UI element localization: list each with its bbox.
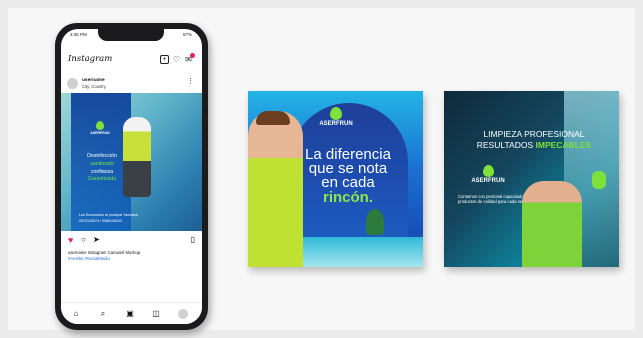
- new-post-icon[interactable]: +: [160, 55, 169, 64]
- water-drop-icon: [330, 107, 342, 120]
- card2-brand-name: ASERFRUN: [471, 178, 505, 184]
- hair-shape: [256, 111, 290, 125]
- post-address: Los Encuentros al principal Yantzaza: [79, 213, 138, 217]
- phone-screen: 3:35 PM 87% Instagram + ♡ ✉ username Cit…: [61, 29, 202, 324]
- like-icon[interactable]: ♥: [68, 235, 73, 245]
- card2-headline-highlight: IMPECABLES: [535, 140, 592, 150]
- phone-mockup: 3:35 PM 87% Instagram + ♡ ✉ username Cit…: [55, 23, 208, 330]
- post-tagline-3: confianza: [90, 169, 114, 175]
- post-tagline-4: Garantizada: [87, 176, 117, 182]
- post-tagline-1: Desinfección: [87, 153, 117, 159]
- card2-brand-logo: ASERFRUN: [466, 165, 510, 184]
- share-icon[interactable]: ➤: [93, 235, 100, 245]
- post-location[interactable]: City, Country: [82, 84, 106, 89]
- notification-badge: [190, 53, 195, 58]
- avatar[interactable]: [67, 78, 78, 89]
- instagram-header: Instagram + ♡ ✉: [68, 53, 195, 67]
- post-actions: ♥ ○ ➤ ▯: [68, 235, 195, 247]
- card1-headline-line3: en cada: [321, 174, 375, 191]
- cleaner-woman-figure: [522, 181, 582, 267]
- instagram-logo[interactable]: Instagram: [68, 54, 112, 64]
- card1-brand-logo: ASERFRUN: [314, 107, 358, 127]
- carousel-card-1: ASERFRUN La diferencia que se nota en ca…: [248, 91, 423, 267]
- glove-shape: [592, 171, 606, 189]
- card2-headline-line2: RESULTADOS IMPECABLES: [454, 140, 614, 150]
- home-icon[interactable]: ⌂: [70, 308, 82, 320]
- status-battery: 87%: [182, 32, 192, 37]
- card1-brand-name: ASERFRUN: [319, 121, 353, 127]
- card2-headline-line1: LIMPIEZA PROFESIONAL: [483, 129, 585, 139]
- post-image[interactable]: ASERFRUN Desinfección sanitizado confian…: [61, 93, 202, 231]
- card2-headline-prefix: RESULTADOS: [476, 140, 534, 150]
- status-time: 3:35 PM: [70, 32, 87, 37]
- carousel-card-2: LIMPIEZA PROFESIONAL RESULTADOS IMPECABL…: [444, 91, 619, 267]
- bottom-tab-bar: ⌂ ⌕ ▣ ◫: [61, 302, 202, 324]
- water-drop-icon: [96, 121, 104, 130]
- heart-icon[interactable]: ♡: [172, 55, 181, 64]
- phone-notch: [98, 29, 164, 41]
- post-hashtags[interactable]: #Aesthe #SocialMedia: [68, 256, 195, 261]
- post-brand-logo: ASERFRUN: [87, 121, 113, 135]
- more-options-icon[interactable]: ⋮: [187, 77, 194, 85]
- profile-icon[interactable]: [178, 309, 188, 319]
- comment-icon[interactable]: ○: [81, 235, 86, 245]
- post-phones: 0972103074 / 0986108323: [79, 219, 122, 223]
- shop-icon[interactable]: ◫: [150, 308, 162, 320]
- post-caption: username Instagram Carousel Mockup: [68, 250, 141, 255]
- bookmark-icon[interactable]: ▯: [191, 235, 195, 245]
- reels-icon[interactable]: ▣: [124, 308, 136, 320]
- post-username[interactable]: username: [82, 78, 105, 83]
- post-header: username City, Country ⋮: [67, 77, 196, 93]
- card1-headline-highlight: rincón.: [322, 189, 373, 206]
- post-brand-name: ASERFRUN: [90, 131, 110, 135]
- water-drop-icon: [482, 165, 494, 177]
- plant-illustration: [366, 209, 384, 235]
- search-icon[interactable]: ⌕: [97, 308, 109, 320]
- post-tagline-2: sanitizado: [90, 161, 114, 167]
